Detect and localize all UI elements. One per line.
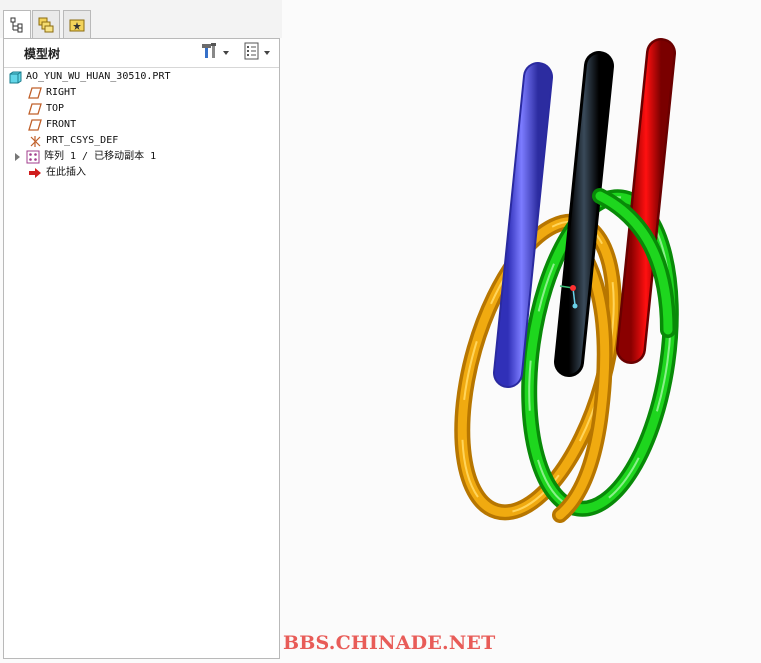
tree-item-top[interactable]: TOP (28, 101, 303, 117)
tree-item-label: 阵列 1 / 已移动副本 1 (44, 151, 157, 162)
tab-model-tree[interactable] (3, 10, 31, 39)
tree-item-pattern[interactable]: 阵列 1 / 已移动副本 1 (15, 149, 290, 165)
model-tree-panel: 模型树 AO_YUN_WU_HUAN_30510.PRT RIGHT TOP F… (3, 38, 280, 659)
tab-folder-browser[interactable] (32, 10, 60, 38)
tree-item-label: RIGHT (46, 87, 77, 98)
tree-item-csys[interactable]: PRT_CSYS_DEF (28, 133, 303, 149)
insert-here-arrow-icon (28, 166, 42, 180)
settings-button[interactable] (200, 43, 229, 63)
favorites-icon (68, 16, 86, 34)
tree-root[interactable]: AO_YUN_WU_HUAN_30510.PRT (8, 69, 283, 85)
tree-item-label: TOP (46, 103, 65, 114)
tab-favorites[interactable] (63, 10, 91, 38)
ring-red[interactable] (616, 38, 676, 364)
navigator-tabbar (0, 0, 282, 39)
datum-plane-icon (28, 102, 42, 116)
coordinate-system-icon (28, 134, 42, 148)
datum-plane-icon (28, 118, 42, 132)
graphics-viewport[interactable] (282, 0, 761, 663)
tree-item-label: FRONT (46, 119, 77, 130)
tree-item-insert-here[interactable]: 在此插入 (28, 165, 303, 181)
chevron-down-icon (223, 51, 229, 55)
settings-tools-icon (200, 42, 220, 64)
tree-item-right[interactable]: RIGHT (28, 85, 303, 101)
tree-root-label: AO_YUN_WU_HUAN_30510.PRT (26, 71, 171, 82)
show-button[interactable] (243, 42, 270, 64)
part-icon (8, 70, 22, 84)
folder-browser-icon (37, 16, 55, 34)
watermark: BBS.CHINADE.NET (283, 632, 496, 654)
pattern-icon (26, 150, 40, 164)
tree-item-label: PRT_CSYS_DEF (46, 135, 119, 146)
tree-item-label: 在此插入 (46, 167, 86, 178)
ring-black[interactable] (554, 51, 614, 377)
chevron-down-icon (264, 51, 270, 55)
tree-item-front[interactable]: FRONT (28, 117, 303, 133)
show-list-icon (243, 42, 261, 64)
panel-header: 模型树 (4, 39, 279, 68)
app-window: 模型树 AO_YUN_WU_HUAN_30510.PRT RIGHT TOP F… (0, 0, 761, 663)
model-tree-icon (9, 17, 25, 33)
datum-plane-icon (28, 86, 42, 100)
panel-title: 模型树 (24, 47, 61, 61)
expand-arrow-icon[interactable] (15, 153, 20, 161)
